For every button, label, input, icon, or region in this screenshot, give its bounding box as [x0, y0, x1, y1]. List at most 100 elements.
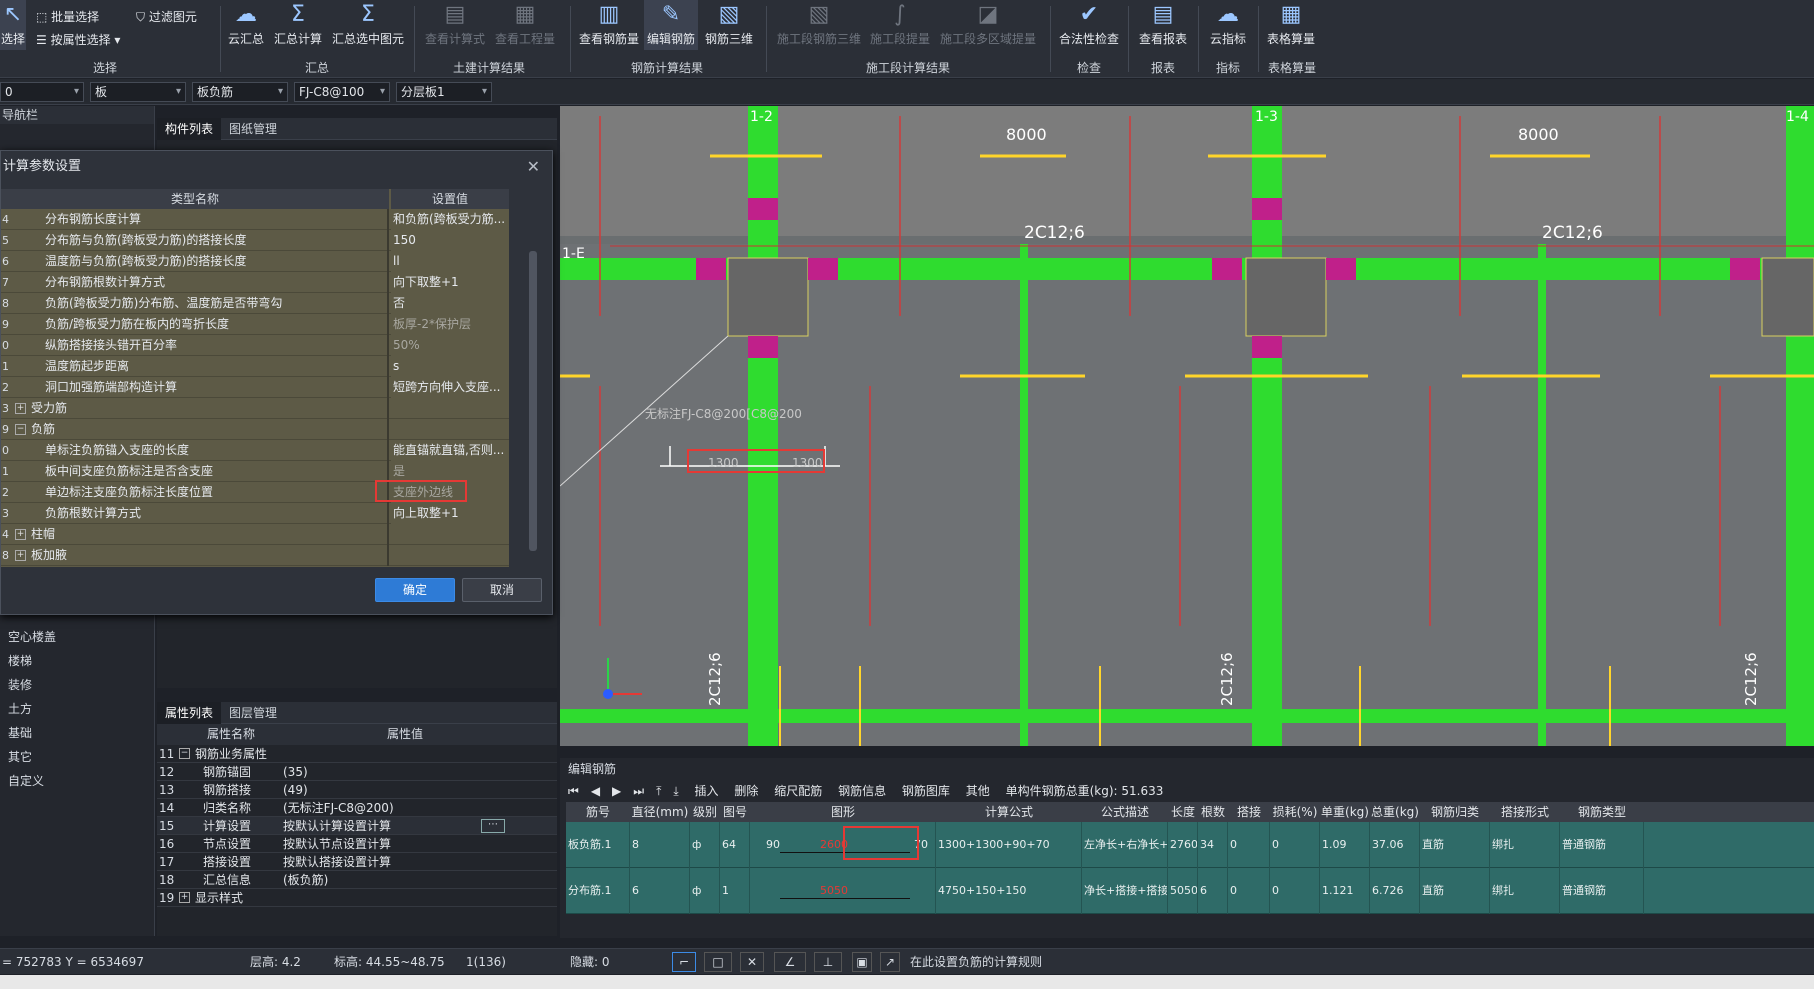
expand-icon[interactable]: − — [15, 424, 26, 435]
rebar-cell-fig[interactable]: 1 — [720, 868, 750, 914]
expand-icon[interactable]: + — [179, 892, 190, 903]
setting-row[interactable]: 7 分布钢筋根数计算方式 向下取整+1 — [1, 272, 509, 293]
property-row[interactable]: 12 钢筋锚固 (35) — [157, 763, 557, 781]
next-icon[interactable]: ▶ — [612, 784, 621, 798]
setting-value[interactable]: 是 — [391, 461, 509, 482]
dialog-scrollbar[interactable] — [529, 251, 537, 551]
property-value[interactable]: (无标注FJ-C8@200) — [283, 799, 394, 817]
offset-icon[interactable]: ⊥ — [814, 952, 842, 972]
setting-row[interactable]: 4 + 柱帽 — [1, 524, 509, 545]
move-up-icon[interactable]: ⤒ — [656, 784, 661, 798]
rebar-cell-count[interactable]: 34 — [1198, 822, 1228, 868]
property-value[interactable]: 按默认计算设置计算 — [283, 817, 391, 835]
rebar-cell-unit[interactable]: 1.121 — [1320, 868, 1370, 914]
setting-row[interactable]: 1 温度筋起步距离 s — [1, 356, 509, 377]
setting-row[interactable]: 8 + 板加腋 — [1, 545, 509, 566]
prev-icon[interactable]: ◀ — [591, 784, 600, 798]
rebar-cell-cat[interactable]: 直筋 — [1420, 822, 1490, 868]
setting-row[interactable]: 5 分布筋与负筋(跨板受力筋)的搭接长度 150 — [1, 230, 509, 251]
polyline-icon[interactable]: ↗ — [880, 952, 900, 972]
rect-select-icon[interactable]: □ — [704, 952, 732, 972]
first-icon[interactable]: ⏮ — [568, 784, 579, 798]
property-value[interactable]: 按默认节点设置计算 — [283, 835, 391, 853]
property-row[interactable]: 18 汇总信息 (板负筋) — [157, 871, 557, 889]
cancel-button[interactable]: 取消 — [462, 578, 542, 602]
property-row[interactable]: 16 节点设置 按默认节点设置计算 — [157, 835, 557, 853]
setting-row[interactable]: 6 温度筋与负筋(跨板受力筋)的搭接长度 ll — [1, 251, 509, 272]
rebar-library-button[interactable]: 钢筋图库 — [902, 784, 950, 798]
tab-property-list[interactable]: 属性列表 — [157, 702, 222, 724]
more-options-icon[interactable]: ⋯ — [481, 819, 505, 833]
nav-item-foundation[interactable]: 基础 — [8, 724, 32, 741]
setting-value[interactable]: 和负筋(跨板受力筋... — [391, 209, 509, 230]
setting-row[interactable]: 9 负筋/跨板受力筋在板内的弯折长度 板厚-2*保护层 — [1, 314, 509, 335]
element-name-select[interactable]: FJ-C8@100 — [294, 82, 390, 102]
rebar-cell-loss[interactable]: 0 — [1270, 868, 1320, 914]
rebar-cell-len[interactable]: 2760 — [1168, 822, 1198, 868]
rebar-cell-desc[interactable]: 净长+搭接+搭接 — [1082, 868, 1168, 914]
setting-row[interactable]: 1 板中间支座负筋标注是否含支座 是 — [1, 461, 509, 482]
setting-value[interactable]: 板厚-2*保护层 — [391, 314, 509, 335]
rebar-cell-lapform[interactable]: 绑扎 — [1490, 822, 1560, 868]
setting-row[interactable]: 2 洞口加强筋端部构造计算 短跨方向伸入支座... — [1, 377, 509, 398]
setting-value[interactable]: 短跨方向伸入支座... — [391, 377, 509, 398]
rebar-cell-name[interactable]: 分布筋.1 — [566, 868, 630, 914]
setting-row[interactable]: 8 负筋(跨板受力筋)分布筋、温度筋是否带弯勾 否 — [1, 293, 509, 314]
snap-icon[interactable]: ▣ — [852, 952, 872, 972]
rebar-cell-lap[interactable]: 0 — [1228, 868, 1270, 914]
setting-value[interactable]: 向上取整+1 — [391, 503, 509, 524]
rebar-cell-name[interactable]: 板负筋.1 — [566, 822, 630, 868]
rebar-row[interactable]: 板负筋.1 8 ф 64 90 2600 70 1300+1300+90+70 左净长+右净长+… — [566, 822, 1814, 868]
rebar-cell-len[interactable]: 5050 — [1168, 868, 1198, 914]
rebar-cell-formula[interactable]: 1300+1300+90+70 — [936, 822, 1082, 868]
rebar-cell-total[interactable]: 37.06 — [1370, 822, 1420, 868]
nav-item-hollow-floor[interactable]: 空心楼盖 — [8, 628, 56, 645]
cross-select-icon[interactable]: ✕ — [740, 952, 764, 972]
tab-component-list[interactable]: 构件列表 — [157, 118, 222, 140]
rebar-cell-dia[interactable]: 6 — [630, 868, 690, 914]
setting-value[interactable]: 150 — [391, 230, 509, 251]
rebar-cell-cat[interactable]: 直筋 — [1420, 868, 1490, 914]
layer-select[interactable]: 分层板1 — [396, 82, 492, 102]
property-row[interactable]: 19 + 显示样式 — [157, 889, 557, 907]
rebar-shape-cell[interactable]: 5050 — [750, 868, 936, 914]
property-row[interactable]: 11− 钢筋业务属性 — [157, 745, 557, 763]
tab-layer-management[interactable]: 图层管理 — [221, 702, 285, 724]
setting-value[interactable]: ll — [391, 251, 509, 272]
rebar-cell-grade[interactable]: ф — [690, 822, 720, 868]
rebar-cell-fig[interactable]: 64 — [720, 822, 750, 868]
rebar-cell-loss[interactable]: 0 — [1270, 822, 1320, 868]
nav-item-decoration[interactable]: 装修 — [8, 676, 32, 693]
type-select[interactable]: 板 — [90, 82, 186, 102]
subtype-select[interactable]: 板负筋 — [192, 82, 288, 102]
setting-value[interactable]: 向下取整+1 — [391, 272, 509, 293]
property-row[interactable]: 15 计算设置 按默认计算设置计算 ⋯ — [157, 817, 557, 835]
nav-item-other[interactable]: 其它 — [8, 748, 32, 765]
setting-row[interactable]: 3 + 受力筋 — [1, 398, 509, 419]
rebar-row[interactable]: 分布筋.1 6 ф 1 5050 4750+150+150 净长+搭接+搭接 5050 6 0 0 1… — [566, 868, 1814, 914]
rebar-cell-desc[interactable]: 左净长+右净长+弯折+弯折 — [1082, 822, 1168, 868]
rebar-cell-type[interactable]: 普通钢筋 — [1560, 822, 1644, 868]
angle-icon[interactable]: ∠ — [774, 952, 806, 972]
setting-row[interactable]: 9− 负筋 — [1, 419, 509, 440]
rebar-cell-grade[interactable]: ф — [690, 868, 720, 914]
setting-value[interactable]: 50% — [391, 335, 509, 356]
rebar-cell-lapform[interactable]: 绑扎 — [1490, 868, 1560, 914]
expand-icon[interactable]: − — [179, 748, 190, 759]
property-value[interactable]: (板负筋) — [283, 871, 328, 889]
floor-select[interactable]: 0 — [0, 82, 84, 102]
setting-row[interactable]: 3 负筋根数计算方式 向上取整+1 — [1, 503, 509, 524]
expand-icon[interactable]: + — [15, 550, 26, 561]
property-row[interactable]: 17 搭接设置 按默认搭接设置计算 — [157, 853, 557, 871]
setting-row[interactable]: 0 纵筋搭接接头错开百分率 50% — [1, 335, 509, 356]
rebar-cell-formula[interactable]: 4750+150+150 — [936, 868, 1082, 914]
last-icon[interactable]: ⏭ — [633, 784, 644, 798]
scale-rebar-button[interactable]: 缩尺配筋 — [774, 784, 822, 798]
setting-row[interactable]: 4 分布钢筋长度计算 和负筋(跨板受力筋... — [1, 209, 509, 230]
rebar-cell-unit[interactable]: 1.09 — [1320, 822, 1370, 868]
cad-drawing-canvas[interactable]: 1-2 1-3 1-4 1-E 8000 8000 2C12;6 2C12;6 … — [560, 106, 1814, 746]
nav-item-stairs[interactable]: 楼梯 — [8, 652, 32, 669]
rebar-cell-type[interactable]: 普通钢筋 — [1560, 868, 1644, 914]
setting-row[interactable]: 0 单标注负筋锚入支座的长度 能直锚就直锚,否则... — [1, 440, 509, 461]
tab-drawing-management[interactable]: 图纸管理 — [221, 118, 285, 140]
